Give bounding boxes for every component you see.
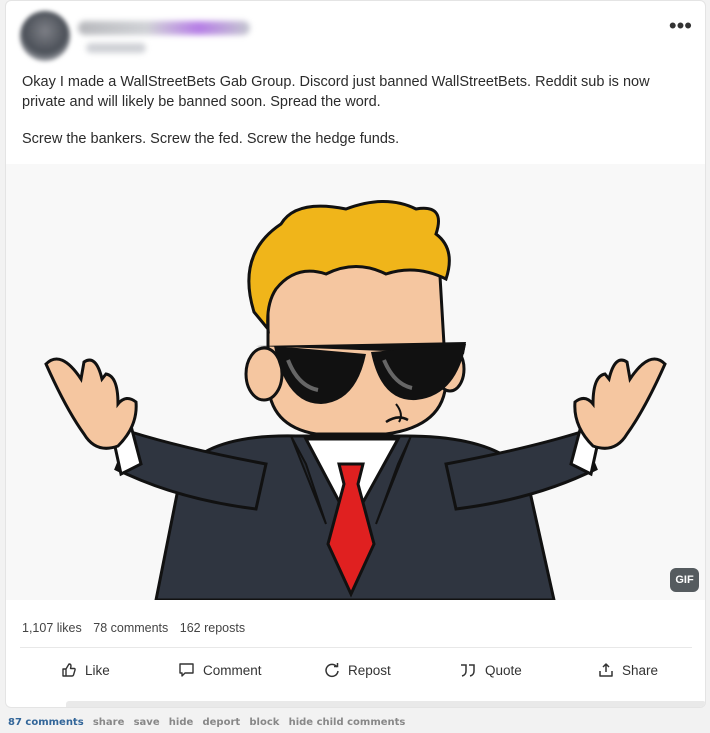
likes-count[interactable]: 1,107 likes [22,621,82,635]
comment-button[interactable]: Comment [178,651,262,689]
post-header: ••• [20,11,700,61]
post-paragraph-1: Okay I made a WallStreetBets Gab Group. … [22,74,650,110]
post-body: Okay I made a WallStreetBets Gab Group. … [22,72,682,166]
repost-label: Repost [348,662,391,678]
share-label: Share [622,662,659,678]
more-horizontal-icon[interactable]: ••• [669,15,692,37]
like-button[interactable]: Like [61,651,110,689]
reposts-count[interactable]: 162 reposts [180,621,245,635]
author-handle-redacted [86,43,146,53]
repost-icon [325,663,339,678]
share-button[interactable]: Share [598,651,658,689]
quote-label: Quote [485,662,522,678]
reddit-footer-links: 87 comments share save hide deport block… [8,717,411,728]
share-icon [599,663,613,677]
comment-icon [179,663,194,677]
quote-icon [461,664,475,677]
block-link[interactable]: block [249,717,279,728]
hide-child-comments-link[interactable]: hide child comments [289,717,406,728]
wsb-mascot-image [6,164,705,600]
action-bar: Like Comment Repost Quote Share [6,651,705,691]
avatar[interactable] [20,11,70,61]
quote-button[interactable]: Quote [459,651,522,689]
save-link[interactable]: save [134,717,160,728]
divider [20,647,692,648]
author-name-redacted[interactable] [78,21,250,35]
post-media-gif[interactable] [6,164,705,600]
post-card: ••• Okay I made a WallStreetBets Gab Gro… [5,0,706,708]
gif-badge: GIF [670,568,699,592]
share-link[interactable]: share [93,717,125,728]
reply-box-edge [66,701,705,707]
comments-link[interactable]: 87 comments [8,717,84,728]
comments-count[interactable]: 78 comments [93,621,168,635]
post-paragraph-2: Screw the bankers. Screw the fed. Screw … [22,131,400,147]
like-label: Like [85,662,110,678]
deport-link[interactable]: deport [202,717,240,728]
thumbs-up-icon [62,663,76,677]
comment-label: Comment [203,662,262,678]
hide-link[interactable]: hide [169,717,194,728]
post-stats: 1,107 likes 78 comments 162 reposts [22,621,253,635]
repost-button[interactable]: Repost [324,651,391,689]
